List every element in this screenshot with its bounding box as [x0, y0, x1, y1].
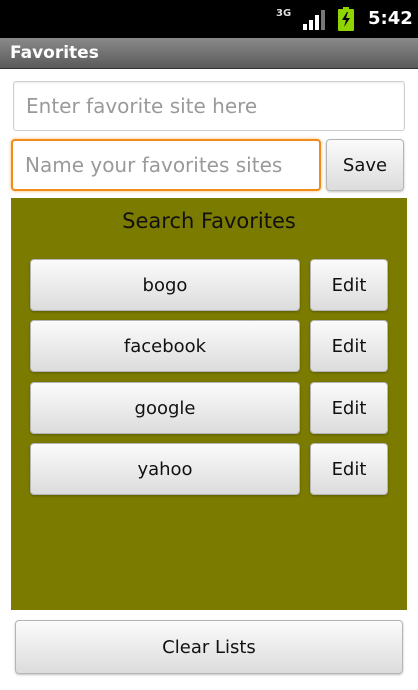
app-title-bar: Favorites [0, 38, 418, 69]
favorite-link-button[interactable]: yahoo [30, 443, 300, 495]
edit-favorite-button[interactable]: Edit [310, 382, 388, 434]
battery-charging-icon [338, 7, 354, 31]
favorite-row: yahoo Edit [11, 443, 407, 495]
save-button[interactable]: Save [326, 139, 404, 191]
favorites-panel: Search Favorites bogo Edit facebook Edit… [11, 198, 407, 610]
favorite-link-button[interactable]: google [30, 382, 300, 434]
favorite-link-button[interactable]: facebook [30, 320, 300, 372]
favorite-site-url-input[interactable] [13, 81, 405, 131]
signal-icon [303, 10, 325, 30]
favorite-row: bogo Edit [11, 259, 407, 311]
status-time: 5:42 [368, 8, 413, 29]
favorite-row: facebook Edit [11, 320, 407, 372]
main-content: Save Search Favorites bogo Edit facebook… [0, 69, 418, 690]
favorite-row: google Edit [11, 382, 407, 434]
edit-favorite-button[interactable]: Edit [310, 320, 388, 372]
favorites-panel-title: Search Favorites [122, 209, 296, 233]
clear-lists-button[interactable]: Clear Lists [15, 620, 403, 674]
edit-favorite-button[interactable]: Edit [310, 259, 388, 311]
favorite-link-button[interactable]: bogo [30, 259, 300, 311]
favorite-site-name-input[interactable] [11, 139, 321, 191]
status-bar: 3G 5:42 [0, 0, 418, 38]
edit-favorite-button[interactable]: Edit [310, 443, 388, 495]
app-title: Favorites [10, 43, 99, 63]
network-type-label: 3G [276, 8, 292, 19]
